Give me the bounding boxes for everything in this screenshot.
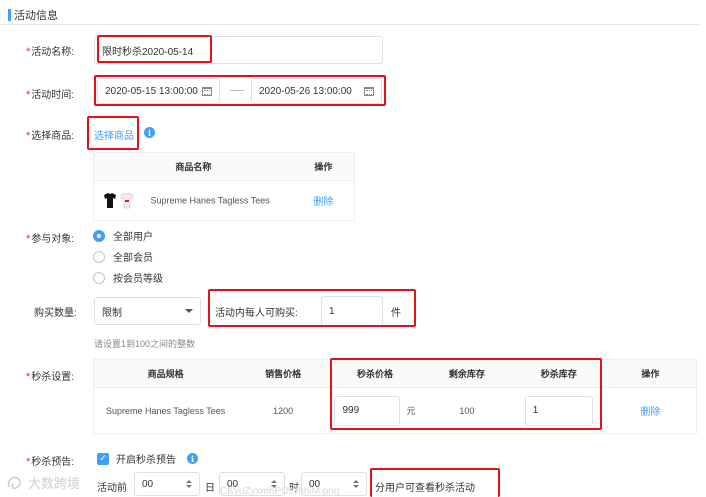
product-thumbnail (102, 192, 136, 210)
tshirt-image-icon (104, 192, 134, 208)
highlight-quantity (208, 289, 416, 327)
product-action-header: 操作 (292, 152, 355, 181)
spec-cell: Supreme Hanes Tagless Tees (93, 387, 238, 434)
stepper-icon[interactable] (353, 480, 359, 488)
stepper-icon[interactable] (186, 480, 192, 488)
section-accent-bar (8, 9, 11, 21)
delete-flash-link[interactable]: 删除 (640, 407, 660, 418)
radio-button[interactable] (93, 271, 105, 284)
radio-member-level[interactable]: 按会员等级 (93, 270, 163, 285)
quantity-label: 购买数量: (34, 308, 77, 319)
product-table: 商品名称 操作 Supreme Hanes Tagless Tees 删除 (93, 152, 355, 221)
checkmark-icon[interactable]: ✓ (97, 452, 109, 465)
day-unit: 日 (205, 483, 215, 494)
watermark-logo-icon (7, 476, 21, 489)
section-divider (0, 24, 700, 25)
highlight-select-product (87, 116, 139, 150)
audience-label: *参与对象: (26, 233, 75, 245)
info-icon[interactable]: i (187, 453, 198, 464)
activity-name-label: *活动名称: (26, 46, 75, 58)
spec-header: 商品规格 (93, 359, 238, 388)
before-label: 活动前 (97, 483, 127, 494)
day-input[interactable]: 00 (134, 472, 200, 496)
product-name-text: Supreme Hanes Tagless Tees (150, 194, 270, 205)
radio-all-members[interactable]: 全部会员 (93, 249, 153, 264)
radio-button[interactable] (93, 229, 105, 242)
preview-checkbox[interactable]: ✓ 开启秒杀预告 i (97, 451, 198, 466)
caret-down-icon (185, 309, 193, 313)
highlight-name (97, 35, 212, 63)
limit-select[interactable]: 限制 (94, 297, 201, 325)
table-row: Supreme Hanes Tagless Tees 删除 (93, 180, 355, 221)
info-icon[interactable]: i (144, 127, 155, 138)
highlight-preview (370, 468, 500, 497)
delete-product-link[interactable]: 删除 (313, 197, 333, 208)
limit-select-value: 限制 (102, 307, 122, 319)
radio-all-users[interactable]: 全部用户 (93, 228, 153, 243)
activity-time-label: *活动时间: (26, 89, 75, 101)
watermark-filename: CKyuZyxmhPOWhhiM.png (220, 486, 340, 497)
section-title: 活动信息 (14, 10, 58, 22)
product-label: *选择商品: (26, 130, 75, 142)
radio-button[interactable] (93, 250, 105, 263)
product-name-header: 商品名称 (93, 152, 293, 181)
highlight-flash-settings (330, 358, 602, 430)
product-action-cell: 删除 (292, 180, 355, 221)
flash-action-header: 操作 (604, 359, 697, 388)
preview-label: *秒杀预告: (26, 456, 75, 468)
product-name-cell: Supreme Hanes Tagless Tees (93, 180, 293, 221)
flash-label: *秒杀设置: (26, 371, 75, 383)
highlight-time (94, 75, 386, 106)
price-cell: 1200 (237, 387, 329, 434)
quantity-hint: 请设置1到100之间的整数 (94, 339, 196, 349)
flash-action-cell: 删除 (604, 387, 697, 434)
watermark: 大数跨境 (6, 473, 80, 492)
price-header: 销售价格 (237, 359, 329, 388)
